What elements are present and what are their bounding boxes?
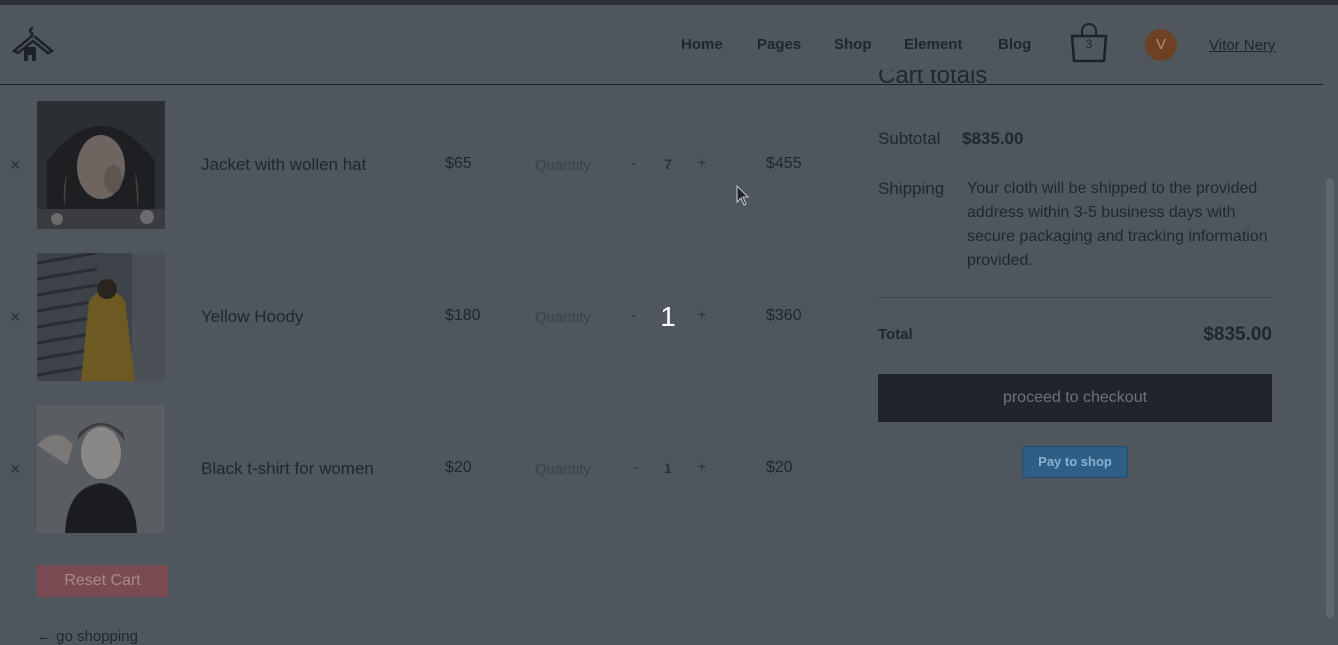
cart-count-badge: 3 xyxy=(1085,37,1093,51)
cart-row: × Yellow Hoody $180 Quantity - 1 + $360 xyxy=(0,253,840,381)
quantity-increase-button[interactable]: + xyxy=(697,459,706,477)
subtotal-label: Subtotal xyxy=(878,129,941,148)
line-subtotal: $360 xyxy=(766,307,802,324)
remove-item-icon[interactable]: × xyxy=(10,307,21,328)
subtotal-value: $835.00 xyxy=(962,129,1024,148)
quantity-decrease-button[interactable]: - xyxy=(631,307,636,325)
main-nav: Home Pages Shop Element Blog xyxy=(0,36,1323,56)
product-price: $20 xyxy=(445,459,472,476)
product-image-hoody[interactable] xyxy=(37,253,165,381)
totals-divider xyxy=(878,297,1272,298)
reset-cart-button[interactable]: Reset Cart xyxy=(37,565,168,597)
product-name[interactable]: Yellow Hoody xyxy=(201,307,303,327)
product-name[interactable]: Jacket with wollen hat xyxy=(201,155,366,175)
avatar[interactable]: V xyxy=(1145,29,1177,61)
quantity-decrease-button[interactable]: - xyxy=(634,459,639,477)
mouse-cursor-icon xyxy=(736,185,750,206)
quantity-decrease-button[interactable]: - xyxy=(631,155,636,173)
quantity-label: Quantity xyxy=(535,309,591,326)
cart-button[interactable]: 3 xyxy=(1067,22,1111,64)
cart-row: × Jacket with wollen hat $65 Quantity - … xyxy=(0,101,840,229)
shipping-description: Your cloth will be shipped to the provid… xyxy=(967,180,1268,269)
user-name-link[interactable]: Vitor Nery xyxy=(1209,37,1275,54)
quantity-value[interactable]: 7 xyxy=(656,156,680,172)
continue-shopping-link[interactable]: ← go shopping xyxy=(37,628,138,645)
scrollbar[interactable] xyxy=(1326,178,1334,618)
product-image-jacket[interactable] xyxy=(37,101,165,229)
cart-row: × Black t-shirt for women $20 Quantity -… xyxy=(0,405,840,533)
product-name[interactable]: Black t-shirt for women xyxy=(201,459,374,479)
line-subtotal: $20 xyxy=(766,459,793,476)
quantity-value[interactable]: 1 xyxy=(656,301,680,333)
remove-item-icon[interactable]: × xyxy=(10,155,21,176)
nav-blog[interactable]: Blog xyxy=(998,36,1031,53)
product-image-tshirt[interactable] xyxy=(37,405,165,533)
total-value: $835.00 xyxy=(1203,324,1272,345)
quantity-label: Quantity xyxy=(535,157,591,174)
nav-pages[interactable]: Pages xyxy=(757,36,801,53)
proceed-to-checkout-button[interactable]: proceed to checkout xyxy=(878,374,1272,422)
site-header: Home Pages Shop Element Blog 3 V Vitor N… xyxy=(0,5,1323,85)
product-price: $180 xyxy=(445,307,481,324)
nav-element[interactable]: Element xyxy=(904,36,962,53)
remove-item-icon[interactable]: × xyxy=(10,459,21,480)
product-price: $65 xyxy=(445,155,472,172)
quantity-label: Quantity xyxy=(535,461,591,478)
pay-to-shop-button[interactable]: Pay to shop xyxy=(1022,446,1128,478)
cart-totals-title-text: Cart totals xyxy=(878,70,988,84)
quantity-value[interactable]: 1 xyxy=(656,460,680,476)
quantity-increase-button[interactable]: + xyxy=(697,307,706,325)
total-label: Total xyxy=(878,326,913,343)
cart-totals-title: Cart totals xyxy=(878,70,987,84)
shipping-label: Shipping xyxy=(878,179,945,198)
line-subtotal: $455 xyxy=(766,155,802,172)
nav-home[interactable]: Home xyxy=(681,36,723,53)
nav-shop[interactable]: Shop xyxy=(834,36,872,53)
quantity-increase-button[interactable]: + xyxy=(697,155,706,173)
